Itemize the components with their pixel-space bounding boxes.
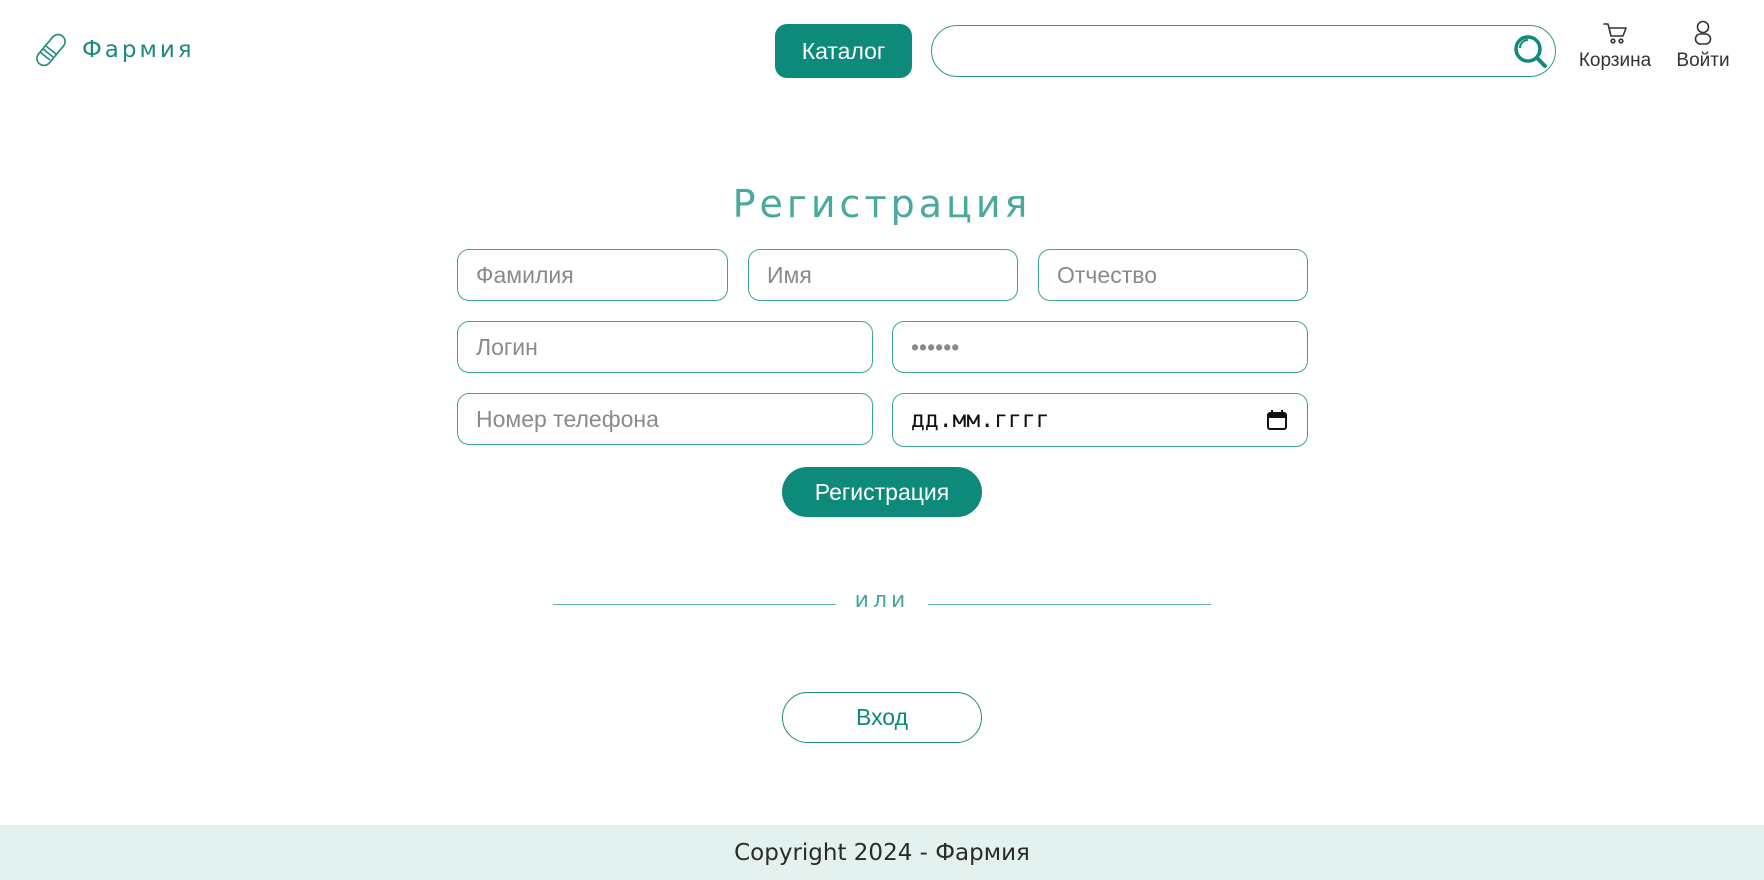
cart-icon: [1603, 23, 1627, 44]
pill-logo-icon: [36, 33, 66, 67]
birthdate-field[interactable]: дд.мм.гггг: [892, 393, 1308, 447]
footer: Copyright 2024 - Фармия: [0, 825, 1764, 880]
copyright-text: Copyright 2024 - Фармия: [734, 839, 1030, 866]
cart-label: Корзина: [1578, 50, 1652, 71]
register-button[interactable]: Регистрация: [782, 467, 982, 517]
logo-text: Фармия: [82, 37, 195, 63]
login-button[interactable]: Вход: [782, 692, 982, 743]
password-field[interactable]: [892, 321, 1308, 373]
divider-line-right: [928, 604, 1211, 605]
firstname-field[interactable]: [748, 249, 1018, 301]
middlename-field[interactable]: [1038, 249, 1308, 301]
login-label: Войти: [1676, 50, 1730, 71]
login-field[interactable]: [457, 321, 873, 373]
divider-line-left: [553, 604, 836, 605]
date-placeholder: дд.мм.гггг: [911, 407, 1050, 433]
login-link[interactable]: Войти: [1672, 18, 1734, 72]
search-icon[interactable]: [1511, 32, 1549, 70]
divider-text: или: [854, 588, 910, 613]
search-box[interactable]: [931, 25, 1556, 77]
lastname-field[interactable]: [457, 249, 728, 301]
search-input[interactable]: [950, 34, 1514, 70]
logo[interactable]: Фармия: [34, 30, 195, 70]
phone-field[interactable]: [457, 393, 873, 445]
catalog-button[interactable]: Каталог: [775, 24, 912, 78]
page-title: Регистрация: [732, 182, 1032, 226]
calendar-icon[interactable]: [1265, 408, 1289, 432]
user-icon: [1694, 20, 1712, 45]
cart-link[interactable]: Корзина: [1574, 18, 1656, 72]
